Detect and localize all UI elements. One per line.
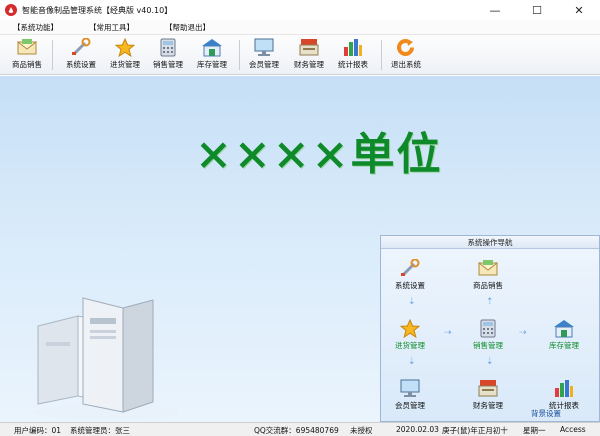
toolbar-label: 系统设置: [66, 60, 96, 69]
menu-help-exit[interactable]: 【帮助退出】: [165, 22, 210, 33]
toolbar-label: 统计报表: [338, 60, 368, 69]
computer-illustration: [28, 286, 183, 422]
right-arrow-icon: ⇢: [519, 328, 527, 338]
toolbar-label: 退出系统: [391, 60, 421, 69]
toolbar-finance-button[interactable]: 财务管理: [294, 37, 324, 73]
wrench-icon: [399, 258, 421, 278]
down-arrow-icon: ⇣: [408, 297, 416, 307]
toolbar-sales-button[interactable]: 销售管理: [153, 37, 183, 73]
navigation-panel: 系统操作导航 系统设置 商品销售 ⇣ ⇡ 进货管理 ⇢ 销售管理 ⇢ 库存管理 …: [380, 235, 600, 422]
down-arrow-icon: ⇣: [486, 357, 494, 367]
cash-register-icon: [477, 378, 499, 398]
title-bar: 智能音像制品管理系统【经典版 v40.10】 — ☐ ✕: [0, 0, 600, 20]
status-date: 2020.02.03: [396, 425, 439, 434]
down-arrow-icon: ⇣: [408, 357, 416, 367]
toolbar-separator: [52, 40, 53, 70]
close-button[interactable]: ✕: [558, 0, 600, 20]
nav-label: 销售管理: [473, 341, 503, 350]
app-logo-icon: [5, 4, 17, 16]
exit-arrow-icon: [395, 37, 417, 57]
status-bar: 用户编码：01 系统管理员：张三 QQ交流群：695480769 未授权 202…: [0, 422, 600, 436]
toolbar-label: 销售管理: [153, 60, 183, 69]
status-license: 未授权: [350, 426, 373, 435]
nav-label: 系统设置: [395, 281, 425, 290]
monitor-icon: [253, 37, 275, 57]
envelope-icon: [477, 258, 499, 278]
toolbar-inventory-button[interactable]: 库存管理: [197, 37, 227, 73]
warehouse-icon: [201, 37, 223, 57]
toolbar-members-button[interactable]: 会员管理: [249, 37, 279, 73]
monitor-icon: [399, 378, 421, 398]
menu-bar: 【系统功能】 【常用工具】 【帮助退出】: [0, 20, 600, 35]
envelope-icon: [16, 37, 38, 57]
toolbar-label: 进货管理: [110, 60, 140, 69]
status-lunar-date: 庚子(鼠)年正月初十: [442, 426, 508, 435]
bar-chart-icon: [553, 378, 575, 398]
toolbar-system-settings-button[interactable]: 系统设置: [66, 37, 96, 73]
status-weekday: 星期一: [523, 426, 546, 435]
status-database: Access: [560, 425, 586, 434]
minimize-button[interactable]: —: [474, 0, 516, 20]
window-controls: — ☐ ✕: [474, 0, 600, 20]
nav-label: 库存管理: [549, 341, 579, 350]
status-qq-group: QQ交流群：695480769: [254, 426, 339, 435]
navigation-panel-title: 系统操作导航: [381, 236, 599, 249]
nav-product-sales[interactable]: 商品销售: [473, 258, 503, 291]
nav-label: 财务管理: [473, 401, 503, 410]
toolbar-product-sales-button[interactable]: 商品销售: [12, 37, 42, 73]
right-arrow-icon: ⇢: [444, 328, 452, 338]
status-admin: 系统管理员：张三: [70, 426, 130, 435]
star-icon: [399, 318, 421, 338]
window-title: 智能音像制品管理系统【经典版 v40.10】: [22, 5, 173, 15]
maximize-button[interactable]: ☐: [516, 0, 558, 20]
nav-system-settings[interactable]: 系统设置: [395, 258, 425, 291]
wrench-icon: [70, 37, 92, 57]
toolbar-label: 财务管理: [294, 60, 324, 69]
toolbar-label: 商品销售: [12, 60, 42, 69]
toolbar-separator: [381, 40, 382, 70]
nav-inventory[interactable]: 库存管理: [549, 318, 579, 351]
calculator-icon: [477, 318, 499, 338]
nav-label: 会员管理: [395, 401, 425, 410]
nav-purchase[interactable]: 进货管理: [395, 318, 425, 351]
company-banner: ××××单位: [195, 129, 443, 180]
toolbar-separator: [239, 40, 240, 70]
nav-members[interactable]: 会员管理: [395, 378, 425, 411]
up-arrow-icon: ⇡: [486, 297, 494, 307]
background-settings-button[interactable]: 背景设置: [531, 408, 561, 419]
toolbar-label: 会员管理: [249, 60, 279, 69]
toolbar-purchase-button[interactable]: 进货管理: [110, 37, 140, 73]
toolbar: 商品销售 系统设置 进货管理 销售管理 库存管理 会员管理 财务管理 统计报表 …: [0, 35, 600, 75]
nav-reports[interactable]: 统计报表: [549, 378, 579, 411]
nav-label: 商品销售: [473, 281, 503, 290]
bar-chart-icon: [342, 37, 364, 57]
menu-common-tools[interactable]: 【常用工具】: [89, 22, 134, 33]
status-user-code: 用户编码：01: [14, 426, 62, 435]
warehouse-icon: [553, 318, 575, 338]
star-icon: [114, 37, 136, 57]
cash-register-icon: [298, 37, 320, 57]
nav-label: 进货管理: [395, 341, 425, 350]
nav-sales[interactable]: 销售管理: [473, 318, 503, 351]
main-workspace: ××××单位 系统操作导航 系统设置 商品销售 ⇣ ⇡ 进货管理 ⇢ 销售管理 …: [0, 76, 600, 422]
calculator-icon: [157, 37, 179, 57]
toolbar-exit-button[interactable]: 退出系统: [391, 37, 421, 73]
toolbar-reports-button[interactable]: 统计报表: [338, 37, 368, 73]
menu-system-functions[interactable]: 【系统功能】: [13, 22, 58, 33]
toolbar-label: 库存管理: [197, 60, 227, 69]
nav-finance[interactable]: 财务管理: [473, 378, 503, 411]
